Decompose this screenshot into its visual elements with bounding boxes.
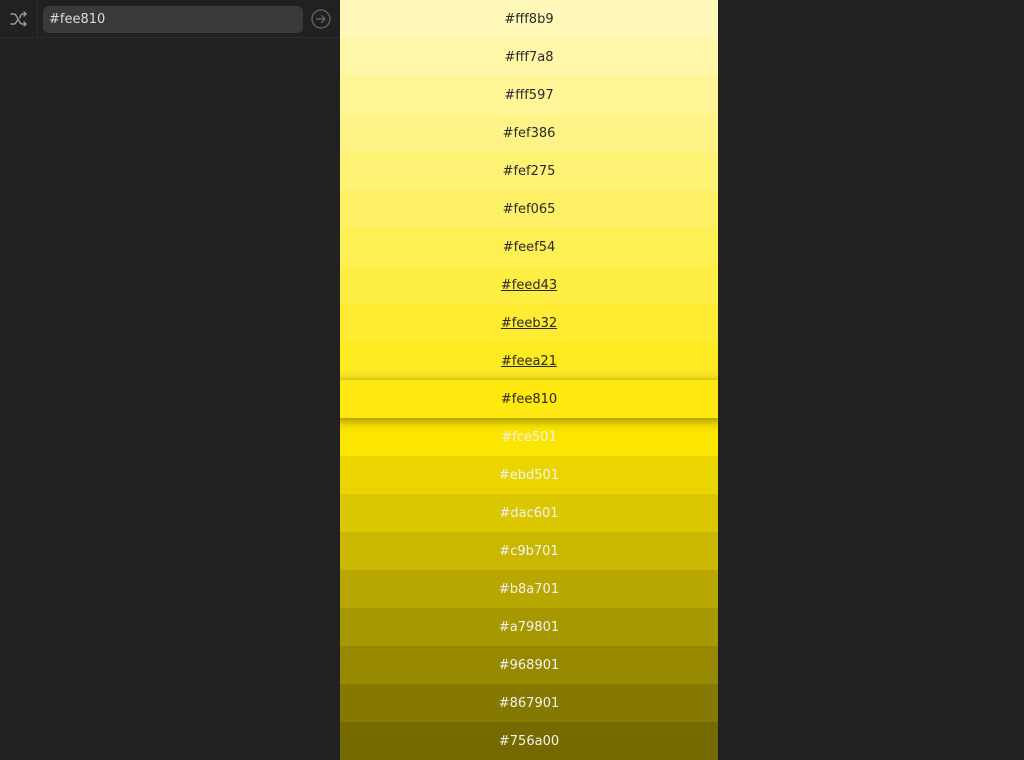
swatch-hex-label: #867901 — [498, 695, 560, 711]
color-swatch[interactable]: #feed43 — [340, 266, 718, 304]
color-swatch[interactable]: #feea21 — [340, 342, 718, 380]
arrow-right-circle-icon — [311, 9, 331, 29]
shuffle-icon — [9, 11, 27, 27]
color-palette: #fff8b9 #fff7a8 #fff597 #fef386 #fef275 #fef0… — [340, 0, 718, 760]
swatch-hex-label: #feeb32 — [500, 315, 558, 331]
swatch-hex-label: #feea21 — [501, 353, 557, 369]
swatch-hex-label: #968901 — [498, 657, 560, 673]
swatch-hex-label: #fee810 — [500, 391, 558, 407]
color-swatch[interactable]: #dac601 — [340, 494, 718, 532]
swatch-hex-label: #ebd501 — [498, 467, 560, 483]
color-swatch[interactable]: #fff597 — [340, 76, 718, 114]
color-swatch[interactable]: #756a00 — [340, 722, 718, 760]
color-swatch[interactable]: #fff7a8 — [340, 38, 718, 76]
swatch-hex-label: #dac601 — [499, 505, 559, 521]
shuffle-button[interactable] — [0, 0, 38, 38]
swatch-hex-label: #a79801 — [498, 619, 560, 635]
swatch-hex-label: #feed43 — [500, 277, 558, 293]
color-swatch[interactable]: #968901 — [340, 646, 718, 684]
color-swatch[interactable]: #fef386 — [340, 114, 718, 152]
color-swatch[interactable]: #867901 — [340, 684, 718, 722]
color-swatch[interactable]: #fce501 — [340, 418, 718, 456]
color-swatch[interactable]: #fef275 — [340, 152, 718, 190]
swatch-hex-label: #fef386 — [502, 125, 556, 141]
color-swatch[interactable]: #c9b701 — [340, 532, 718, 570]
swatch-hex-label: #c9b701 — [499, 543, 559, 559]
color-swatch[interactable]: #feef54 — [340, 228, 718, 266]
swatch-hex-label: #b8a701 — [498, 581, 560, 597]
color-swatch[interactable]: #fef065 — [340, 190, 718, 228]
swatch-hex-label: #fef275 — [502, 163, 556, 179]
color-swatch[interactable]: #a79801 — [340, 608, 718, 646]
color-input[interactable] — [43, 6, 303, 33]
swatch-hex-label: #feef54 — [502, 239, 556, 255]
swatch-hex-label: #fff597 — [504, 87, 554, 103]
color-swatch[interactable]: #ebd501 — [340, 456, 718, 494]
toolbar — [0, 0, 340, 38]
color-swatch[interactable]: #feeb32 — [340, 304, 718, 342]
selected-color-swatch[interactable]: #fee810 — [340, 380, 718, 418]
swatch-hex-label: #fce501 — [501, 429, 557, 445]
go-button[interactable] — [311, 9, 331, 29]
color-swatch[interactable]: #fff8b9 — [340, 0, 718, 38]
color-swatch[interactable]: #b8a701 — [340, 570, 718, 608]
swatch-hex-label: #756a00 — [498, 733, 560, 749]
swatch-hex-label: #fef065 — [502, 201, 556, 217]
swatch-hex-label: #fff7a8 — [504, 49, 554, 65]
swatch-hex-label: #fff8b9 — [504, 11, 554, 27]
color-search-field — [43, 6, 303, 33]
